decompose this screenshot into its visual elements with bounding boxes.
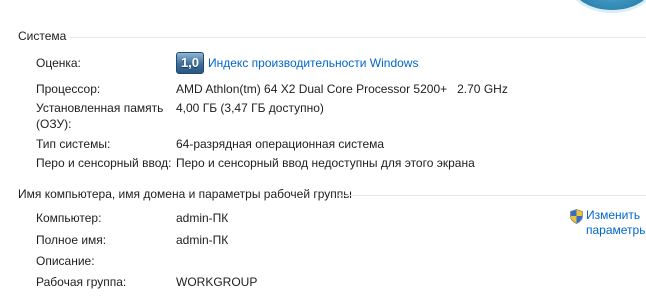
computer-value: admin-ПК [176, 211, 229, 225]
memory-value: 4,00 ГБ (3,47 ГБ доступно) [176, 101, 324, 115]
processor-row: Процессор: AMD Athlon(tm) 64 X2 Dual Cor… [36, 81, 508, 97]
memory-label-line2: (ОЗУ): [36, 117, 72, 131]
rating-row: Оценка: 1,0 Индекс производительности Wi… [36, 52, 418, 74]
full-name-row: Полное имя: admin-ПК [36, 232, 228, 248]
memory-row: Установленная память (ОЗУ): 4,00 ГБ (3,4… [36, 100, 324, 132]
memory-label-line1: Установленная память [36, 101, 164, 115]
change-settings-link[interactable]: Изменить параметры [570, 208, 646, 238]
system-type-value: 64-разрядная операционная система [176, 137, 385, 151]
processor-value: AMD Athlon(tm) 64 X2 Dual Core Processor… [176, 82, 508, 96]
memory-label: Установленная память (ОЗУ): [36, 100, 176, 132]
processor-label: Процессор: [36, 82, 101, 96]
workgroup-value: WORKGROUP [176, 275, 258, 289]
system-type-row: Тип системы: 64-разрядная операционная с… [36, 136, 384, 152]
pen-touch-value: Перо и сенсорный ввод недоступны для это… [176, 156, 475, 170]
workgroup-label: Рабочая группа: [36, 275, 127, 289]
section-divider-system [70, 37, 646, 38]
description-row: Описание: [36, 253, 176, 269]
system-type-label: Тип системы: [36, 137, 111, 151]
computer-label: Компьютер: [36, 211, 102, 225]
section-heading-computer-name: Имя компьютера, имя домена и параметры р… [18, 187, 352, 201]
system-logo-orb [572, 0, 646, 10]
full-name-label: Полное имя: [36, 233, 107, 247]
section-divider-computer-name [338, 195, 646, 196]
section-heading-system: Система [18, 29, 67, 43]
computer-row: Компьютер: admin-ПК [36, 210, 228, 226]
description-label: Описание: [36, 254, 95, 268]
rating-label: Оценка: [36, 56, 81, 70]
full-name-value: admin-ПК [176, 233, 229, 247]
pen-touch-label: Перо и сенсорный ввод: [36, 156, 172, 170]
performance-score-badge[interactable]: 1,0 [176, 52, 204, 74]
performance-index-link[interactable]: Индекс производительности Windows [208, 55, 418, 71]
change-settings-line1[interactable]: Изменить [586, 208, 646, 223]
pen-touch-row: Перо и сенсорный ввод: Перо и сенсорный … [36, 155, 475, 171]
workgroup-row: Рабочая группа: WORKGROUP [36, 274, 257, 290]
change-settings-line2[interactable]: параметры [586, 223, 646, 238]
uac-shield-icon [570, 209, 583, 224]
